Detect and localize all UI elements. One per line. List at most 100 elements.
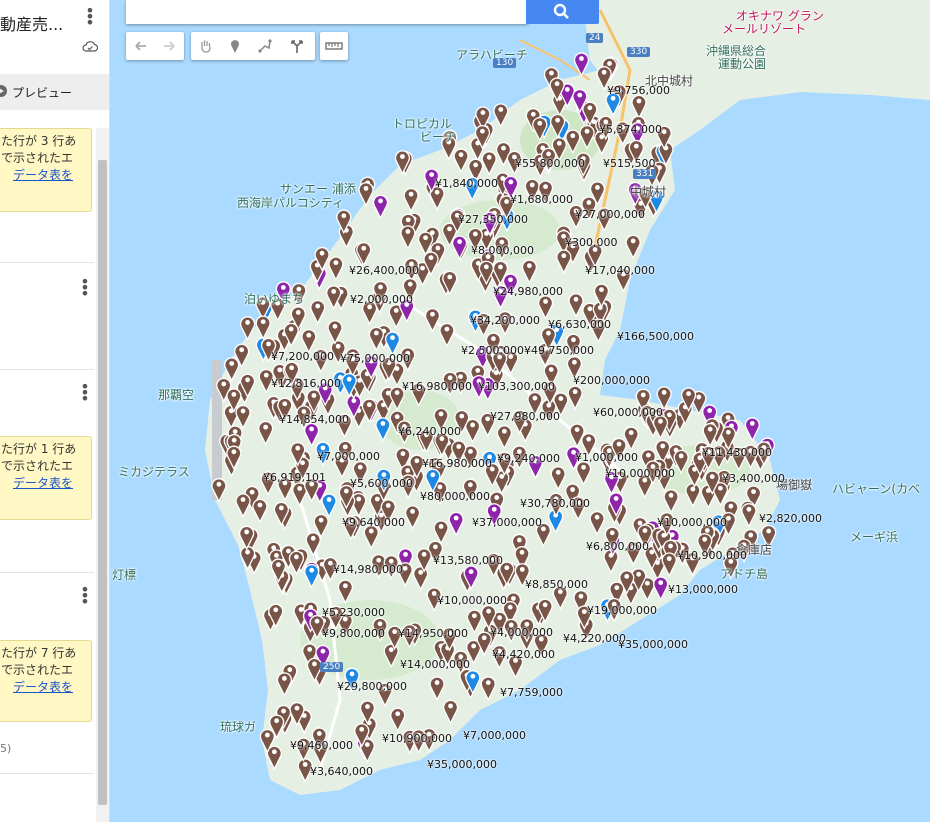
- warning-box-2: た行が 1 行あ で示されたエ データ表を: [0, 436, 92, 520]
- property-pin-marker-dot: [444, 326, 450, 332]
- map-canvas[interactable]: [0, 0, 930, 822]
- property-pin-marker-dot: [686, 391, 691, 397]
- property-pin-marker-dot: [434, 189, 440, 195]
- property-pin-marker-dot: [530, 111, 536, 117]
- property-pin-marker-dot: [586, 200, 592, 205]
- preview-bar[interactable]: プレビュー: [0, 74, 109, 110]
- property-pin-marker-dot: [459, 413, 465, 419]
- property-pin-marker-dot: [318, 517, 324, 523]
- place-label[interactable]: 那覇空: [158, 386, 194, 403]
- cloud-saved-icon: [82, 41, 98, 52]
- property-pin-marker-dot: [281, 708, 286, 714]
- layer-options-kebab-icon[interactable]: • • •: [80, 274, 90, 302]
- property-pin-marker-dot: [373, 330, 379, 336]
- place-label[interactable]: 泊いゆまち: [244, 290, 304, 307]
- property-pin-marker-dot: [244, 529, 250, 535]
- price-label: ¥103,300,000: [478, 380, 555, 393]
- price-label: ¥9,640,000: [342, 516, 405, 529]
- redo-icon[interactable]: [155, 32, 183, 60]
- property-pin-marker-dot: [581, 609, 587, 615]
- property-pin-marker-dot: [377, 621, 383, 627]
- search-input[interactable]: [126, 0, 528, 24]
- layer-options-kebab-icon[interactable]: • • •: [80, 582, 90, 610]
- property-pin-marker-dot: [561, 253, 567, 259]
- place-label[interactable]: 中城村: [630, 183, 666, 200]
- map-title[interactable]: 動産売...: [0, 11, 63, 35]
- price-label: ¥60,000,000: [593, 406, 663, 419]
- property-pin-marker-dot: [649, 549, 655, 555]
- warning-box-3: た行が 7 行あ で示されたエ データ表を: [0, 640, 92, 722]
- property-pin-marker-dot: [332, 323, 338, 329]
- property-pin-marker-dot: [537, 120, 543, 126]
- property-pin-marker-dot: [519, 566, 525, 572]
- search-button[interactable]: [526, 0, 599, 24]
- price-label: ¥9,800,000: [322, 627, 385, 640]
- property-pin-marker-dot: [363, 185, 369, 191]
- property-pin-marker-dot: [395, 711, 401, 717]
- place-label[interactable]: メーギ浜: [850, 528, 898, 545]
- price-label: ¥8,850,000: [525, 578, 588, 591]
- property-pin-marker-dot: [297, 486, 303, 491]
- property-pin-marker-dot: [725, 415, 731, 420]
- layer-divider: [0, 369, 94, 370]
- property-pin-marker-dot: [408, 191, 414, 197]
- layer-options-kebab-icon[interactable]: • • •: [80, 379, 90, 407]
- data-table-link[interactable]: データ表を: [1, 167, 87, 184]
- price-label: ¥16,980,000: [422, 457, 492, 470]
- purple-place-marker-dot: [613, 496, 619, 501]
- property-pin-marker-dot: [486, 608, 492, 614]
- place-label[interactable]: ビーチ: [420, 128, 456, 145]
- place-label[interactable]: 運動公園: [718, 55, 766, 72]
- place-label[interactable]: アドチ島: [720, 565, 768, 582]
- blue-place-marker-dot: [390, 335, 395, 341]
- price-label: ¥75,000,000: [340, 352, 410, 365]
- price-label: ¥7,200,000: [271, 350, 334, 363]
- route-icon[interactable]: [283, 32, 311, 60]
- property-pin-marker-dot: [418, 569, 424, 575]
- place-label[interactable]: ハビャーン(カベ: [832, 480, 920, 497]
- price-label: ¥10,900,000: [677, 549, 747, 562]
- property-pin-marker-dot: [546, 330, 551, 336]
- property-pin-marker-dot: [245, 377, 250, 383]
- property-pin-marker-dot: [430, 311, 435, 317]
- line-icon[interactable]: [251, 32, 279, 60]
- ruler-button[interactable]: [320, 32, 348, 60]
- place-label[interactable]: 灯標: [112, 566, 136, 583]
- property-pin-marker-dot: [316, 731, 322, 736]
- property-pin-marker-dot: [532, 395, 538, 401]
- panel-scrollbar-thumb[interactable]: [98, 160, 107, 805]
- property-pin-marker-dot: [266, 341, 271, 347]
- property-pin-marker-dot: [468, 449, 473, 454]
- property-pin-marker-dot: [485, 680, 491, 686]
- data-table-link[interactable]: データ表を: [1, 679, 87, 696]
- place-label[interactable]: アラハビーチ: [456, 46, 528, 63]
- price-label: ¥13,580,000: [433, 554, 503, 567]
- layers-panel: 動産売... • • • プレビュー た行が 3 行あ で示されたエ データ表を •…: [0, 0, 110, 822]
- property-pin-marker-dot: [331, 289, 337, 294]
- property-pin-marker-dot: [448, 703, 453, 709]
- marker-icon[interactable]: [221, 32, 249, 60]
- price-label: ¥10,900,000: [382, 732, 452, 745]
- property-pin-marker-dot: [633, 143, 639, 149]
- property-pin-marker-dot: [636, 571, 642, 577]
- property-pin-marker-dot: [630, 238, 636, 244]
- price-label: ¥5,374,000: [599, 123, 662, 136]
- map-options-kebab-icon[interactable]: • • •: [85, 3, 95, 31]
- place-label[interactable]: 西海岸パルコシティ: [237, 194, 344, 211]
- price-label: ¥49,750,000: [524, 344, 594, 357]
- place-label[interactable]: ミカジテラス: [118, 463, 190, 480]
- road-number-shield: 331: [633, 169, 657, 179]
- place-label[interactable]: メールリゾート: [722, 20, 806, 37]
- property-pin-marker-dot: [636, 98, 642, 104]
- undo-icon[interactable]: [127, 32, 155, 60]
- price-label: ¥8,000,000: [471, 244, 534, 257]
- price-label: ¥1,840,000: [435, 177, 498, 190]
- price-label: ¥26,400,000: [349, 264, 419, 277]
- property-pin-marker-dot: [458, 152, 464, 158]
- place-label[interactable]: 琉球ガ: [220, 718, 256, 735]
- property-pin-marker-dot: [475, 367, 481, 373]
- data-table-link[interactable]: データ表を: [1, 475, 87, 492]
- hand-icon[interactable]: [192, 32, 220, 60]
- property-pin-marker-dot: [319, 250, 325, 256]
- property-pin-marker-dot: [307, 647, 313, 652]
